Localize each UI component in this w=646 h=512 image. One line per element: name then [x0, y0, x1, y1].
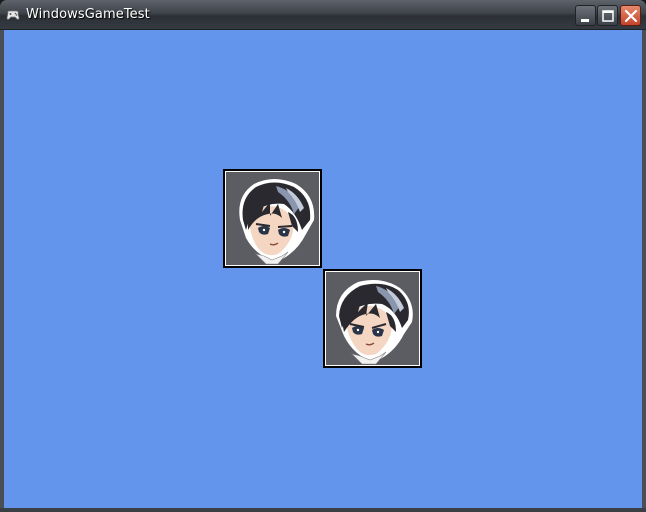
title-bar[interactable]: WindowsGameTest: [0, 0, 646, 30]
maximize-icon: [602, 10, 614, 22]
game-window: WindowsGameTest: [0, 0, 646, 512]
close-button[interactable]: [620, 5, 641, 26]
anime-character-portrait-icon: [326, 272, 419, 365]
maximize-button[interactable]: [597, 5, 618, 26]
window-title: WindowsGameTest: [26, 7, 150, 22]
anime-character-portrait-icon: [226, 172, 319, 265]
character-sprite-1: [223, 169, 322, 268]
character-sprite-2: [323, 269, 422, 368]
game-canvas[interactable]: [4, 30, 642, 508]
window-frame-bottom: [0, 508, 646, 512]
minimize-icon: [581, 19, 589, 22]
minimize-button[interactable]: [575, 5, 596, 26]
close-icon: [624, 9, 638, 23]
gamepad-icon: [6, 10, 20, 20]
